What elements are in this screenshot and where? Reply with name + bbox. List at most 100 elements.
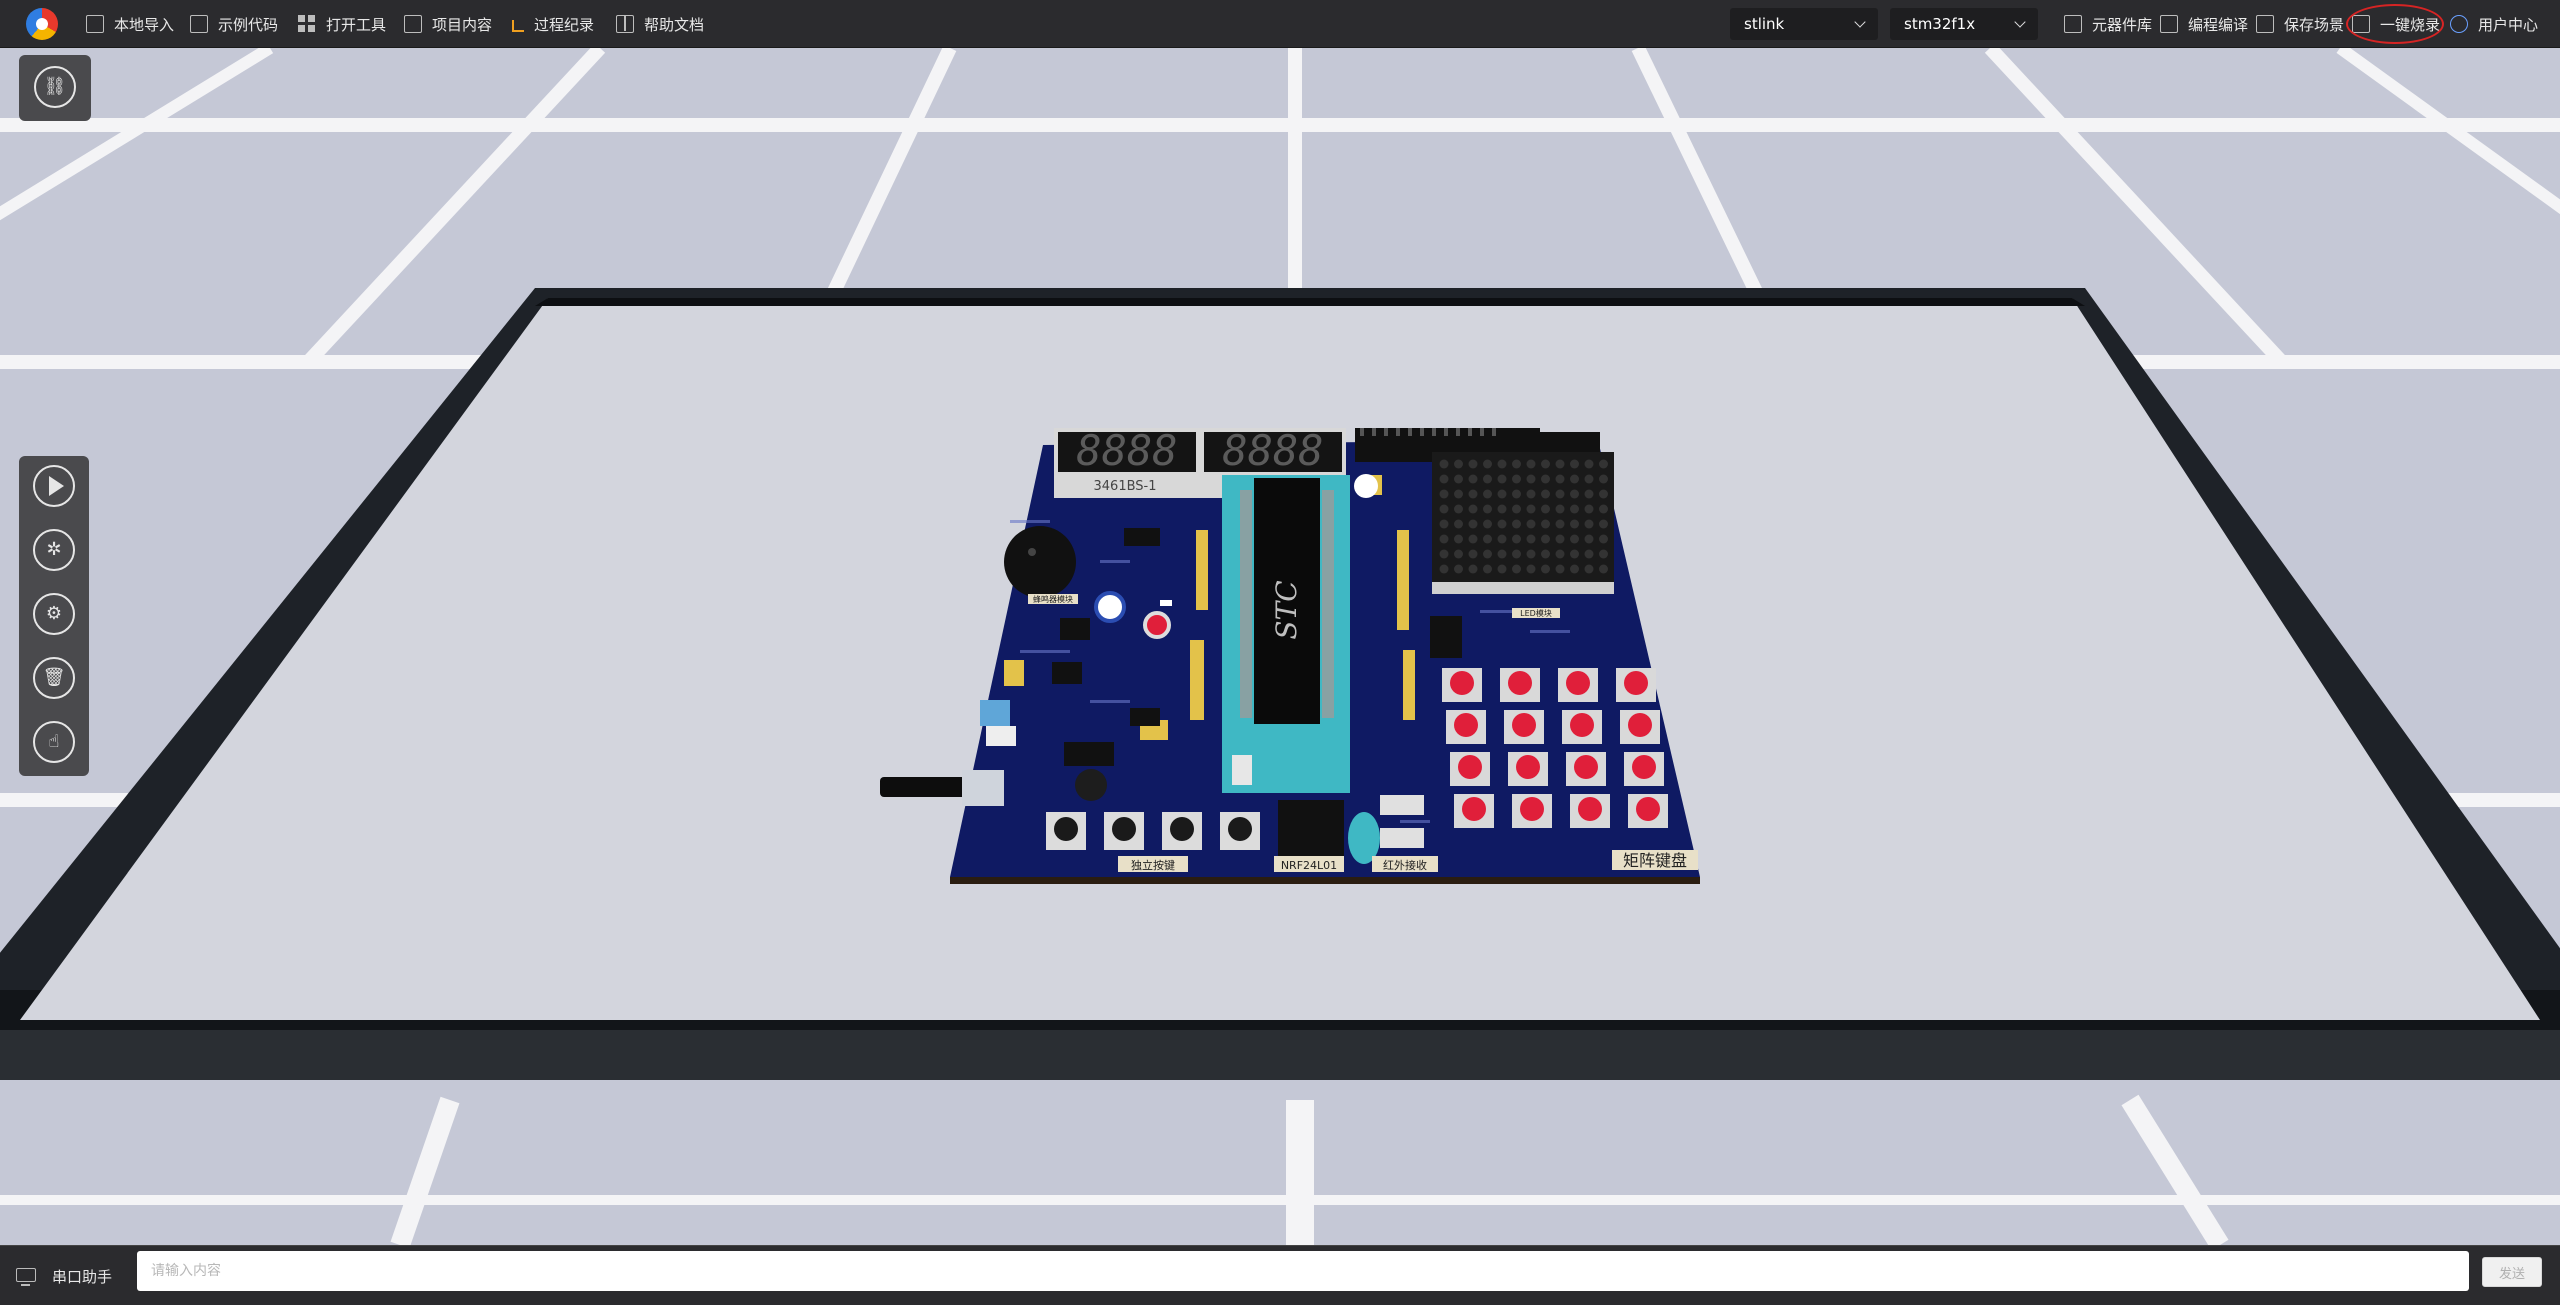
matrix-dot [1483, 504, 1492, 514]
process-record-button[interactable]: 过程纪录 [512, 0, 594, 48]
buzzer [1004, 526, 1076, 598]
matrix-key[interactable] [1574, 755, 1598, 779]
ir-label: 红外接收 [1383, 858, 1427, 872]
save-scene-label: 保存场景 [2284, 15, 2345, 34]
matrix-dot [1454, 519, 1463, 529]
matrix-dot [1599, 534, 1608, 544]
save-icon [2256, 15, 2274, 33]
link-panel: ⛓ [19, 55, 91, 121]
send-button[interactable]: 发送 [2482, 1257, 2542, 1287]
matrix-dot [1454, 564, 1463, 574]
matrix-key[interactable] [1566, 671, 1590, 695]
matrix-dot [1526, 504, 1536, 514]
hand-tool-button[interactable]: ☝ [33, 721, 75, 763]
record-icon [512, 20, 524, 32]
matrix-dot [1541, 519, 1550, 529]
matrix-dot [1570, 534, 1579, 544]
run-button[interactable] [33, 465, 75, 507]
example-code-button[interactable]: 示例代码 [190, 0, 278, 48]
matrix-dot [1483, 549, 1492, 559]
user-center-button[interactable]: 用户中心 [2450, 0, 2538, 48]
simulation-viewport[interactable]: 8888 3461BS-1 8888 STC 独立按键 NRF24L01 红外接… [0, 48, 2560, 1245]
import-icon [86, 15, 104, 33]
project-icon [404, 15, 422, 33]
matrix-dot [1454, 459, 1463, 469]
simulation-tool-panel: ✲ ⚙ 🗑 ☝ [19, 456, 89, 776]
component-library-button[interactable]: 元器件库 [2064, 0, 2152, 48]
matrix-dot [1439, 489, 1449, 499]
matrix-key[interactable] [1516, 755, 1540, 779]
matrix-dot [1584, 519, 1594, 529]
matrix-dot [1468, 459, 1478, 469]
matrix-dot [1555, 564, 1565, 574]
debug-icon: ✲ [46, 539, 62, 560]
chip-select-value: stm32f1x [1904, 15, 1976, 33]
matrix-dot [1512, 534, 1521, 544]
matrix-key[interactable] [1632, 755, 1656, 779]
compile-label: 编程编译 [2188, 15, 2249, 34]
play-icon [35, 467, 73, 505]
matrix-dot [1599, 474, 1608, 484]
seg-part-label: 3461BS-1 [1094, 479, 1157, 494]
matrix-key[interactable] [1450, 671, 1474, 695]
matrix-dot [1526, 519, 1536, 529]
matrix-dot [1584, 534, 1594, 544]
local-import-button[interactable]: 本地导入 [86, 0, 174, 48]
matrix-dot [1439, 459, 1449, 469]
matrix-dot [1599, 549, 1608, 559]
matrix-dot [1584, 549, 1594, 559]
standalone-keys-label: 独立按键 [1131, 858, 1175, 872]
matrix-dot [1468, 504, 1478, 514]
compile-button[interactable]: 编程编译 [2160, 0, 2248, 48]
matrix-dot [1483, 459, 1492, 469]
matrix-key[interactable] [1636, 797, 1660, 821]
help-docs-button[interactable]: 帮助文档 [616, 0, 704, 48]
seg-digits-1: 8888 [1076, 426, 1177, 475]
matrix-key[interactable] [1520, 797, 1544, 821]
matrix-key[interactable] [1454, 713, 1478, 737]
matrix-dot [1497, 504, 1507, 514]
matrix-dot [1468, 549, 1478, 559]
debugger-select[interactable]: stlink [1730, 8, 1878, 40]
save-scene-button[interactable]: 保存场景 [2256, 0, 2344, 48]
matrix-dot [1439, 564, 1449, 574]
link-button[interactable]: ⛓ [34, 66, 76, 108]
matrix-dot [1468, 474, 1478, 484]
open-tools-button[interactable]: 打开工具 [298, 0, 386, 48]
matrix-key[interactable] [1624, 671, 1648, 695]
matrix-dot [1439, 519, 1449, 529]
matrix-dot [1526, 474, 1536, 484]
open-tools-label: 打开工具 [326, 15, 387, 34]
settings-button[interactable]: ⚙ [33, 593, 75, 635]
matrix-dot [1483, 519, 1492, 529]
serial-input[interactable] [137, 1251, 2469, 1291]
matrix-dot [1555, 489, 1565, 499]
nrf-module-socket: NRF24L01 [1274, 800, 1344, 872]
matrix-dot [1541, 564, 1550, 574]
trash-icon: 🗑 [42, 667, 66, 688]
project-content-button[interactable]: 项目内容 [404, 0, 492, 48]
debugger-select-value: stlink [1744, 15, 1785, 33]
monitor-icon [16, 1268, 36, 1286]
book-icon [616, 15, 634, 33]
matrix-dot [1599, 519, 1608, 529]
matrix-key[interactable] [1628, 713, 1652, 737]
matrix-dot [1555, 519, 1565, 529]
matrix-key[interactable] [1578, 797, 1602, 821]
project-content-label: 项目内容 [432, 15, 493, 34]
matrix-dot [1454, 549, 1463, 559]
matrix-key[interactable] [1462, 797, 1486, 821]
nrf-label: NRF24L01 [1281, 859, 1337, 872]
link-icon: ⛓ [43, 76, 67, 97]
burn-highlight-circle [2346, 4, 2444, 44]
matrix-dot [1570, 519, 1579, 529]
matrix-dot [1512, 564, 1521, 574]
debug-button[interactable]: ✲ [33, 529, 75, 571]
matrix-key[interactable] [1570, 713, 1594, 737]
matrix-key[interactable] [1508, 671, 1532, 695]
matrix-key[interactable] [1458, 755, 1482, 779]
delete-button[interactable]: 🗑 [33, 657, 75, 699]
matrix-dot [1570, 564, 1579, 574]
matrix-key[interactable] [1512, 713, 1536, 737]
chip-select[interactable]: stm32f1x [1890, 8, 2038, 40]
